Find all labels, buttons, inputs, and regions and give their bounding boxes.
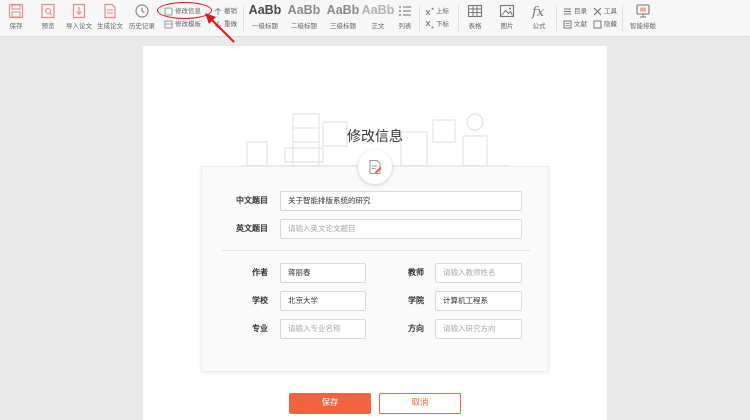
highlight-arrow (205, 13, 235, 43)
heading1-style-sample: AaBb (248, 3, 282, 17)
heading3-style-sample: AaBb (326, 3, 360, 17)
modal-title: 修改信息 (347, 129, 403, 145)
heading1-style-button[interactable]: AaBb 一级标题 (248, 3, 282, 33)
list-icon (399, 6, 411, 16)
hide-label: 隐藏 (604, 20, 617, 28)
smart-layout-icon (636, 4, 650, 18)
teacher-input[interactable]: 请输入教师姓名 (435, 263, 522, 283)
heading3-style-button[interactable]: AaBb 三级标题 (326, 3, 360, 33)
save-icon (8, 3, 24, 19)
reference-label: 文献 (574, 20, 587, 28)
generate-paper-label: 生成论文 (97, 22, 123, 30)
en-title-input[interactable]: 请输入英文论文题目 (280, 219, 522, 239)
superscript-label: 上标 (436, 7, 449, 15)
toolbar-divider (458, 5, 459, 31)
toolbar: 保存 预览 导入论文 生成论文 历史记录 修改信息 修改模板 撤销 重做 AaB… (0, 0, 750, 37)
form-divider (222, 250, 530, 251)
hide-checkbox-icon (593, 20, 602, 28)
college-input[interactable]: 计算机工程系 (435, 291, 522, 311)
edit-document-badge (358, 150, 392, 184)
subscript-icon (425, 20, 434, 28)
tools-icon (593, 7, 602, 15)
preview-button[interactable]: 预览 (37, 3, 59, 33)
toc-icon (564, 8, 571, 14)
edit-info-form: 中文题目 关于智能排版系统的研究 英文题目 请输入英文论文题目 作者 蒋丽春 教… (201, 166, 549, 372)
template-icon (164, 20, 173, 28)
cn-title-label: 中文题目 (236, 196, 268, 205)
import-paper-label: 导入论文 (66, 22, 92, 30)
subscript-label: 下标 (436, 20, 449, 28)
image-label: 图片 (500, 22, 514, 30)
tools-label: 工具 (604, 7, 617, 15)
toolbar-divider (419, 5, 420, 31)
formula-label: 公式 (532, 22, 546, 30)
cancel-button[interactable]: 取消 (379, 393, 461, 414)
major-input[interactable]: 请输入专业名称 (280, 319, 366, 339)
list-button[interactable]: 列表 (395, 3, 415, 33)
body-text-label: 正文 (371, 22, 385, 30)
superscript-icon (425, 7, 434, 15)
heading2-label: 二级标题 (291, 22, 317, 30)
list-label: 列表 (398, 22, 412, 30)
generate-paper-button[interactable]: 生成论文 (95, 3, 125, 33)
import-paper-button[interactable]: 导入论文 (64, 3, 94, 33)
table-icon (467, 4, 483, 18)
toc-button[interactable]: 目录 (563, 5, 587, 17)
save-tool-label: 保存 (9, 22, 23, 30)
reference-button[interactable]: 文献 (563, 18, 587, 30)
cn-title-input[interactable]: 关于智能排版系统的研究 (280, 191, 522, 211)
edit-template-label: 修改模板 (175, 20, 201, 28)
document-icon (104, 3, 116, 19)
reference-icon (563, 20, 572, 28)
toolbar-divider (243, 5, 244, 31)
history-label: 历史记录 (129, 22, 155, 30)
body-text-style-sample: AaBb (361, 3, 395, 17)
heading3-label: 三级标题 (330, 22, 356, 30)
image-icon (499, 4, 515, 18)
preview-label: 预览 (41, 22, 55, 30)
image-button[interactable]: 图片 (496, 3, 518, 33)
clock-icon (135, 4, 149, 18)
smart-layout-label: 智能排版 (630, 22, 656, 30)
subscript-button[interactable]: 下标 (425, 18, 449, 30)
direction-label: 方向 (408, 324, 424, 333)
college-label: 学院 (408, 296, 424, 305)
toolbar-divider (622, 5, 623, 31)
save-tool-button[interactable]: 保存 (5, 3, 27, 33)
hide-button[interactable]: 隐藏 (593, 18, 617, 30)
table-button[interactable]: 表格 (464, 3, 486, 33)
edit-document-icon (369, 159, 382, 175)
author-label: 作者 (252, 268, 268, 277)
school-input[interactable]: 北京大学 (280, 291, 366, 311)
author-input[interactable]: 蒋丽春 (280, 263, 366, 283)
body-text-style-button[interactable]: AaBb 正文 (361, 3, 395, 33)
history-button[interactable]: 历史记录 (127, 3, 157, 33)
superscript-button[interactable]: 上标 (425, 5, 449, 17)
school-label: 学校 (252, 296, 268, 305)
heading2-style-button[interactable]: AaBb 二级标题 (287, 3, 321, 33)
formula-icon: fx (531, 5, 545, 19)
direction-input[interactable]: 请输入研究方向 (435, 319, 522, 339)
heading2-style-sample: AaBb (287, 3, 321, 17)
preview-icon (41, 3, 55, 19)
major-label: 专业 (252, 324, 268, 333)
toc-label: 目录 (574, 7, 587, 15)
edit-template-button[interactable]: 修改模板 (164, 18, 201, 30)
document-page: 修改信息 中文题目 关于智能排版系统的研究 英文题目 请输入英文论文题目 作者 … (143, 46, 607, 420)
tools-button[interactable]: 工具 (593, 5, 617, 17)
save-button[interactable]: 保存 (289, 393, 371, 414)
heading1-label: 一级标题 (252, 22, 278, 30)
import-icon (72, 3, 86, 19)
formula-button[interactable]: fx 公式 (528, 3, 550, 33)
smart-layout-button[interactable]: 智能排版 (628, 3, 658, 33)
en-title-label: 英文题目 (236, 224, 268, 233)
table-label: 表格 (468, 22, 482, 30)
teacher-label: 教师 (408, 268, 424, 277)
toolbar-divider (556, 5, 557, 31)
svg-text:fx: fx (531, 5, 545, 19)
